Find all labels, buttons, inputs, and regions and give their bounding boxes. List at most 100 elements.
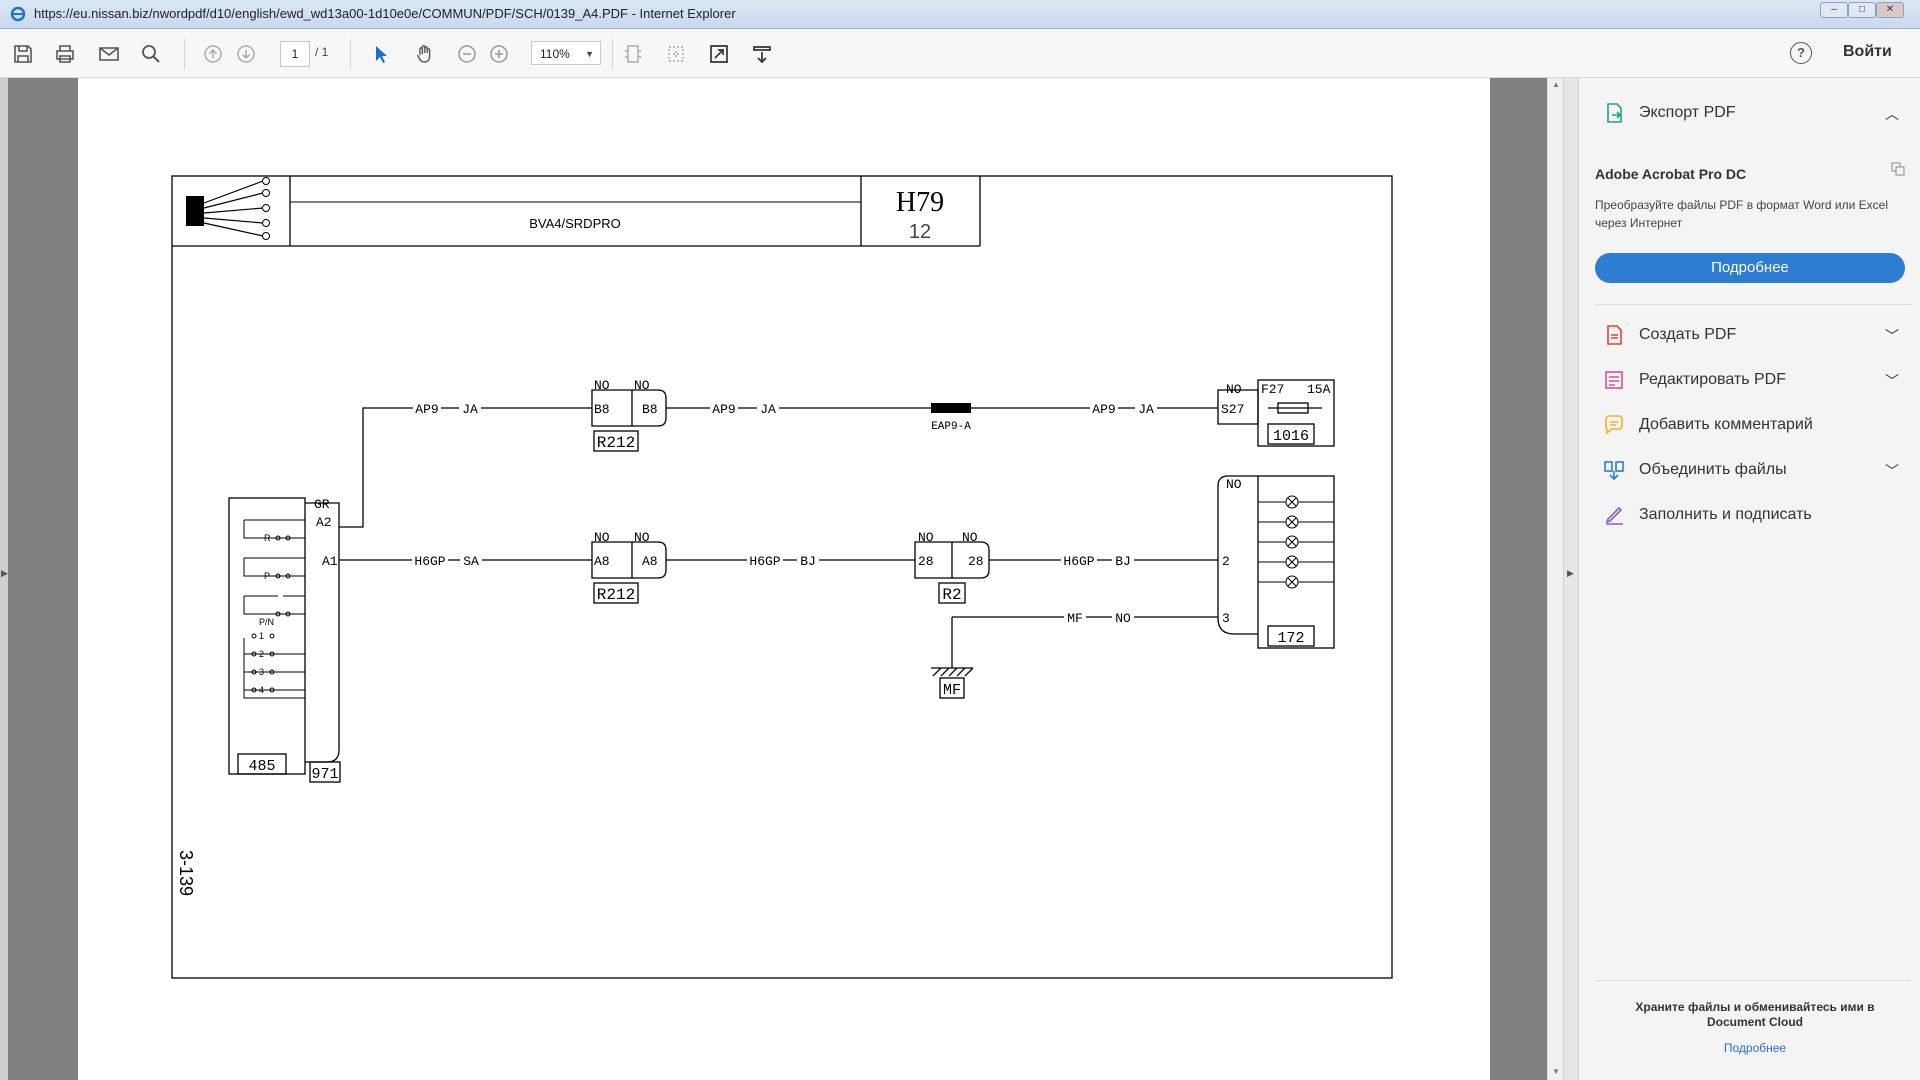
switch-position-label: 1 — [259, 631, 264, 641]
zoom-level-select[interactable]: 110% ▼ — [531, 41, 601, 65]
document-cloud-link[interactable]: Подробнее — [1615, 1041, 1895, 1055]
wire-label: SA — [463, 554, 479, 569]
pin-label: A8 — [594, 554, 610, 569]
pin-label: 3 — [1222, 611, 1230, 626]
chevron-down-icon: ﹀ — [1885, 463, 1899, 479]
wire-label: BJ — [800, 554, 816, 569]
expand-left-icon: ▶ — [1, 568, 8, 578]
minimize-button[interactable]: – — [1820, 2, 1848, 18]
left-panel-toggle[interactable]: ▶ — [0, 78, 8, 1080]
next-page-button[interactable] — [233, 41, 259, 67]
chevron-down-icon: ▼ — [585, 49, 594, 59]
connector-label: R212 — [597, 434, 635, 452]
copy-icon[interactable] — [1891, 162, 1905, 176]
tool-label: Создать PDF — [1639, 326, 1737, 343]
download-icon — [753, 46, 771, 64]
acrobat-description: Преобразуйте файлы PDF в формат Word или… — [1595, 198, 1889, 230]
fill-sign-icon — [1605, 506, 1623, 525]
select-tool-button[interactable] — [368, 41, 394, 67]
scroll-up-icon[interactable]: ▲ — [1552, 80, 1560, 89]
panel-divider — [1595, 304, 1911, 305]
toolbar-separator — [612, 39, 613, 69]
hand-tool-button[interactable] — [412, 41, 438, 67]
wire-label: JA — [760, 402, 776, 417]
wire-label: H6GP — [749, 554, 780, 569]
email-button[interactable] — [96, 41, 122, 67]
export-pdf-icon — [1607, 103, 1622, 123]
wire-label: GR — [314, 497, 330, 512]
full-screen-button[interactable] — [706, 41, 732, 67]
switch-position-label: 4 — [259, 685, 264, 695]
splice-label: EAP9-A — [931, 421, 971, 433]
zoom-out-button[interactable] — [454, 41, 480, 67]
tools-panel: Экспорт PDF ︿ Adobe Acrobat Pro DC Преоб… — [1578, 78, 1920, 1080]
email-icon — [99, 47, 119, 61]
pin-label: A2 — [316, 515, 332, 530]
close-window-button[interactable]: ✕ — [1876, 2, 1904, 18]
plus-circle-icon — [490, 45, 508, 63]
collapse-right-icon: ▶ — [1567, 568, 1574, 578]
vertical-scrollbar[interactable]: ▲ ▼ — [1547, 78, 1564, 1080]
tool-combine-files[interactable]: Объединить файлы ﹀ — [1579, 447, 1920, 491]
hand-icon — [416, 45, 431, 63]
splice-marker — [931, 403, 971, 413]
save-button[interactable] — [10, 41, 36, 67]
pdf-toolbar: 1 / 1 110% ▼ ? Войти — [0, 29, 1920, 78]
switch-position-label: R — [264, 533, 271, 543]
tool-fill-sign[interactable]: Заполнить и подписать — [1579, 492, 1920, 536]
print-button[interactable] — [52, 41, 78, 67]
connector-label: 485 — [248, 758, 275, 775]
print-icon — [56, 45, 74, 63]
panel-divider — [1595, 980, 1911, 981]
arrow-up-circle-icon — [204, 45, 222, 63]
pin-state: NO — [634, 530, 650, 545]
export-pdf-header[interactable]: Экспорт PDF ︿ — [1579, 90, 1920, 134]
pin-state: NO — [594, 530, 610, 545]
wire-label: H6GP — [414, 554, 445, 569]
pin-state: NO — [634, 378, 650, 393]
zoom-in-button[interactable] — [486, 41, 512, 67]
chevron-up-icon: ︿ — [1885, 106, 1899, 122]
fit-page-button[interactable] — [620, 41, 646, 67]
learn-more-button[interactable]: Подробнее — [1595, 253, 1905, 283]
ground-label: MF — [943, 682, 961, 699]
combine-files-icon — [1604, 461, 1624, 481]
connector-label: 971 — [311, 766, 338, 783]
chevron-down-icon: ﹀ — [1885, 328, 1899, 344]
previous-page-button[interactable] — [200, 41, 226, 67]
maximize-button[interactable]: □ — [1848, 2, 1876, 18]
page-number-input[interactable]: 1 — [280, 41, 310, 67]
pin-label: B8 — [594, 402, 610, 417]
schematic-frame — [171, 175, 1393, 979]
pin-state: NO — [594, 378, 610, 393]
export-pdf-label: Экспорт PDF — [1639, 104, 1736, 121]
download-button[interactable] — [749, 41, 775, 67]
page-reference: 3-139 — [176, 850, 196, 896]
switch-position-label: 3 — [259, 667, 264, 677]
edit-pdf-icon — [1605, 371, 1623, 389]
connector-label: R2 — [942, 586, 961, 604]
minus-circle-icon — [458, 45, 476, 63]
wire-label: AP9 — [712, 402, 735, 417]
toolbar-separator — [184, 39, 185, 69]
switch-position-label: P — [264, 571, 270, 581]
gear-selector-switch — [243, 519, 306, 699]
fuse-label: F27 — [1261, 382, 1284, 397]
tool-edit-pdf[interactable]: Редактировать PDF ﹀ — [1579, 357, 1920, 401]
tool-create-pdf[interactable]: Создать PDF ﹀ — [1579, 312, 1920, 356]
pin-label: B8 — [642, 402, 658, 417]
help-icon[interactable]: ? — [1790, 42, 1812, 64]
wiring-schematic: BVA4/SRDPRO H79 12 AP9 JA AP9 JA AP9 JA … — [171, 175, 1393, 979]
search-button[interactable] — [138, 41, 164, 67]
pin-label: A8 — [642, 554, 658, 569]
connector-label: R212 — [597, 586, 635, 604]
pin-label: 2 — [1222, 554, 1230, 569]
right-panel-toggle[interactable]: ▶ — [1563, 78, 1578, 1080]
create-pdf-icon — [1607, 325, 1622, 345]
sign-in-button[interactable]: Войти — [1843, 43, 1892, 61]
page-total: / 1 — [315, 45, 329, 59]
rotate-view-button[interactable] — [663, 41, 689, 67]
tool-add-comment[interactable]: Добавить комментарий — [1579, 402, 1920, 446]
scroll-down-icon[interactable]: ▼ — [1552, 1067, 1560, 1076]
pin-state: NO — [962, 530, 978, 545]
